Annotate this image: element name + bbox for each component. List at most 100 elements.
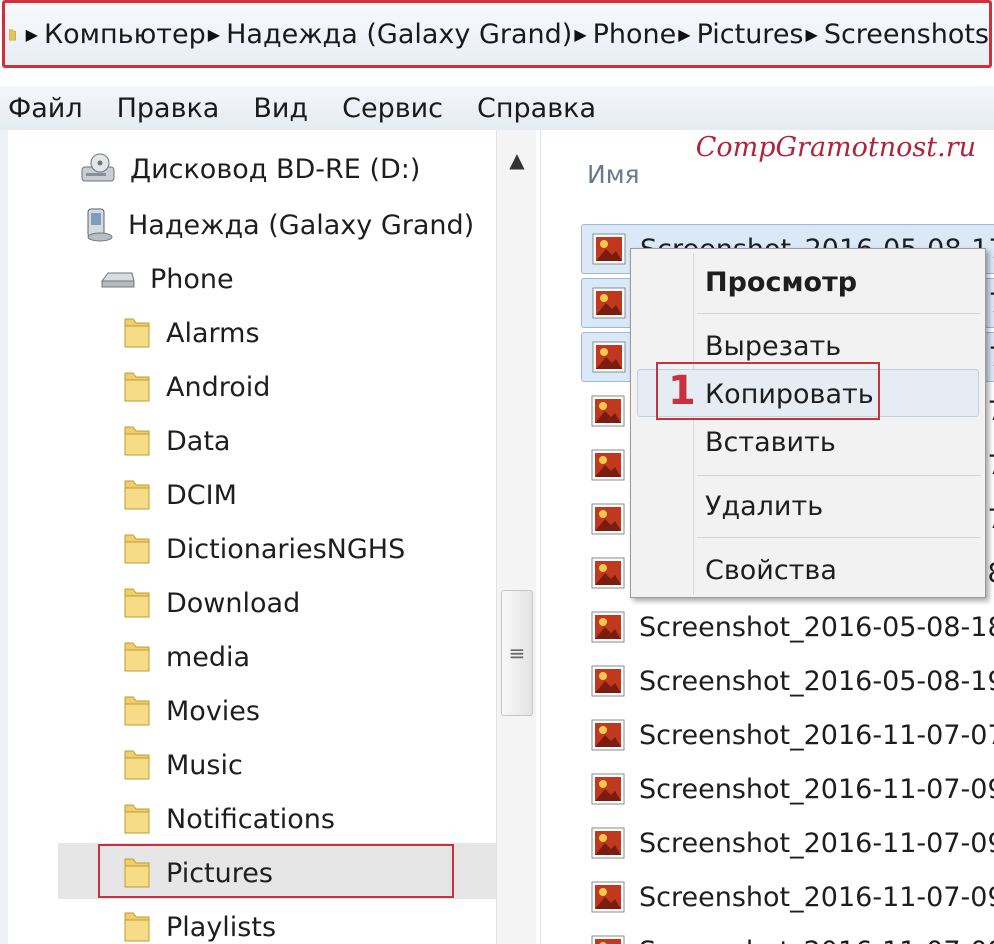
folder-icon (124, 426, 150, 456)
nav-folder-music[interactable]: Music (122, 738, 243, 792)
chevron-right-icon[interactable]: ▶ (26, 25, 38, 44)
nav-item-label: Phone (150, 263, 234, 295)
nav-folder-download[interactable]: Download (122, 576, 300, 630)
nav-item-phone[interactable]: Phone (100, 252, 234, 306)
nav-folder-data[interactable]: Data (122, 414, 230, 468)
breadcrumb-screenshots[interactable]: ▶ Screenshots (804, 19, 990, 50)
breadcrumb-label: Phone (592, 18, 677, 50)
nav-folder-android[interactable]: Android (122, 360, 270, 414)
nav-folder-label: DCIM (166, 479, 237, 511)
menu-item-paste[interactable]: Вставить (705, 427, 836, 458)
file-row[interactable]: Screenshot_2016-05-08-18 (581, 602, 994, 652)
phone-device-icon (87, 208, 113, 242)
nav-folder-dcim[interactable]: DCIM (122, 468, 237, 522)
image-file-icon (591, 719, 625, 751)
folder-icon (124, 318, 150, 348)
menu-item-properties[interactable]: Свойства (705, 555, 837, 586)
folder-icon (124, 750, 150, 780)
folder-icon (124, 642, 150, 672)
optical-drive-icon (81, 153, 115, 182)
file-row[interactable]: Screenshot_2016-11-07-09 (581, 872, 994, 922)
image-file-icon (592, 233, 626, 265)
menu-tools[interactable]: Сервис (342, 93, 443, 124)
breadcrumb-label: Screenshots (823, 18, 989, 50)
nav-folder-label: Alarms (166, 317, 260, 349)
nav-folder-label: DictionariesNGHS (166, 533, 406, 565)
folder-icon (9, 29, 16, 41)
file-name: Screenshot_2016-11-07-09 (639, 881, 994, 913)
breadcrumb-device[interactable]: ▶ Надежда (Galaxy Grand) (206, 19, 573, 50)
file-row[interactable]: Screenshot_2016-11-07-09 (581, 818, 994, 868)
file-name: Screenshot_2016-11-07-07 (639, 719, 994, 751)
nav-folder-movies[interactable]: Movies (122, 684, 260, 738)
grip-icon: ≡ (508, 641, 526, 665)
folder-icon (124, 696, 150, 726)
menu-separator (697, 475, 981, 476)
nav-folder-media[interactable]: media (122, 630, 250, 684)
site-watermark: CompGramotnost.ru (695, 132, 976, 163)
breadcrumb-label: Надежда (Galaxy Grand) (226, 18, 573, 50)
nav-item-device[interactable]: Надежда (Galaxy Grand) (84, 198, 474, 252)
breadcrumb-label: Компьютер (43, 18, 206, 50)
chevron-right-icon[interactable]: ▶ (678, 25, 690, 44)
breadcrumb-computer[interactable]: ▶ Компьютер (24, 19, 206, 50)
folder-icon (124, 588, 150, 618)
file-name: Screenshot_2016-05-08-19 (639, 665, 994, 697)
breadcrumb-phone[interactable]: ▶ Phone (572, 19, 676, 50)
step-number-label: 1 (668, 368, 696, 414)
file-row[interactable]: Screenshot_2016-11-07-09 (581, 926, 994, 944)
nav-folder-dictionaries[interactable]: DictionariesNGHS (122, 522, 405, 576)
nav-folder-label: Playlists (166, 911, 277, 943)
menu-bar: Файл Правка Вид Сервис Справка (0, 86, 994, 130)
scroll-up-arrow-icon[interactable]: ▲ (497, 140, 537, 180)
folder-icon (124, 804, 150, 834)
menu-item-delete[interactable]: Удалить (705, 491, 823, 522)
chevron-right-icon[interactable]: ▶ (574, 25, 586, 44)
nav-item-label: Надежда (Galaxy Grand) (128, 209, 475, 241)
image-file-icon (591, 935, 625, 944)
menu-help[interactable]: Справка (477, 93, 596, 124)
icon-strip-divider (693, 253, 694, 595)
image-file-icon (591, 611, 625, 643)
column-header-name[interactable]: Имя (587, 160, 640, 189)
pictures-highlight-box (98, 844, 454, 898)
menu-item-cut[interactable]: Вырезать (705, 331, 841, 362)
nav-item-drive[interactable]: Дисковод BD-RE (D:) (80, 142, 420, 196)
file-row[interactable]: Screenshot_2016-11-07-09 (581, 764, 994, 814)
nav-folder-label: Movies (166, 695, 260, 727)
storage-icon (101, 272, 135, 288)
nav-folder-notifications[interactable]: Notifications (122, 792, 335, 846)
nav-folder-label: Notifications (166, 803, 335, 835)
image-file-icon (592, 341, 626, 373)
nav-scrollbar[interactable]: ▲ ≡ (496, 130, 536, 944)
breadcrumb-pictures[interactable]: ▶ Pictures (676, 19, 803, 50)
nav-folder-playlists[interactable]: Playlists (122, 900, 276, 944)
nav-folder-label: Android (166, 371, 271, 403)
menu-edit[interactable]: Правка (117, 93, 220, 124)
nav-folder-label: media (166, 641, 251, 673)
pane-edge (0, 130, 8, 944)
file-row[interactable]: Screenshot_2016-05-08-19 (581, 656, 994, 706)
image-file-icon (592, 287, 626, 319)
nav-folder-label: Data (166, 425, 231, 457)
menu-separator (697, 313, 981, 314)
chevron-right-icon[interactable]: ▶ (208, 25, 220, 44)
address-bar[interactable]: ▶ Компьютер ▶ Надежда (Galaxy Grand) ▶ Phon… (2, 0, 992, 68)
file-row[interactable]: Screenshot_2016-11-07-07 (581, 710, 994, 760)
scroll-thumb[interactable]: ≡ (501, 590, 533, 716)
folder-icon (124, 912, 150, 942)
menu-file[interactable]: Файл (8, 93, 83, 124)
nav-folder-label: Download (166, 587, 301, 619)
chevron-right-icon[interactable]: ▶ (806, 25, 818, 44)
image-file-icon (591, 827, 625, 859)
folder-icon (124, 534, 150, 564)
menu-view[interactable]: Вид (253, 93, 308, 124)
image-file-icon (591, 881, 625, 913)
menu-item-preview[interactable]: Просмотр (705, 267, 857, 298)
nav-folder-alarms[interactable]: Alarms (122, 306, 260, 360)
menu-separator (697, 537, 981, 538)
file-name: Screenshot_2016-11-07-09 (639, 936, 994, 944)
folder-icon (124, 480, 150, 510)
image-file-icon (591, 557, 625, 589)
image-file-icon (591, 665, 625, 697)
